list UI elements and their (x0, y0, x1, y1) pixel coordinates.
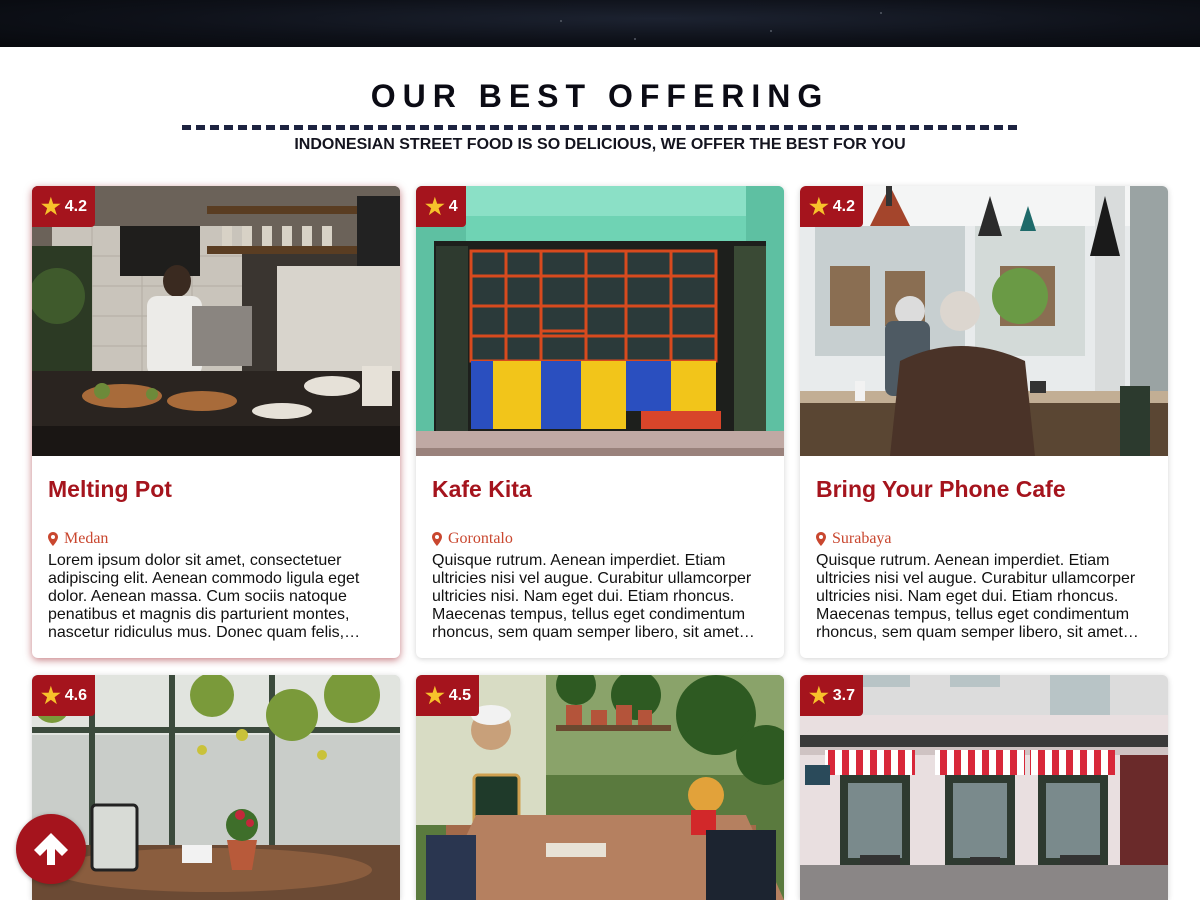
rating-badge: ★ 4.2 (32, 186, 95, 227)
offering-card[interactable]: ★ 4 Kafe Kita Gorontalo Quisque rutrum. A… (416, 186, 784, 658)
rating-badge: ★ 4.2 (800, 186, 863, 227)
cafe-photo (416, 186, 784, 456)
location-name: Gorontalo (448, 530, 513, 547)
rating-badge: ★ 3.7 (800, 675, 863, 716)
offering-card[interactable]: ★ 4.6 (32, 675, 400, 900)
card-title[interactable]: Kafe Kita (432, 476, 532, 503)
offering-card[interactable]: ★ 3.7 (800, 675, 1168, 900)
title-divider (182, 125, 1018, 130)
card-location: Surabaya (816, 530, 892, 548)
card-description: Quisque rutrum. Aenean imperdiet. Etiam … (432, 552, 752, 641)
rating-value: 4.2 (832, 197, 855, 215)
offering-card[interactable]: ★ 4.2 Bring Your Phone Cafe Surabaya Quis… (800, 186, 1168, 658)
star-icon: ★ (41, 193, 61, 219)
map-pin-icon (48, 532, 58, 546)
star-icon: ★ (809, 193, 829, 219)
map-pin-icon (816, 532, 826, 546)
rating-badge: ★ 4 (416, 186, 466, 227)
scroll-to-top-button[interactable] (16, 814, 86, 884)
star-icon: ★ (41, 682, 61, 708)
rating-value: 4.6 (64, 686, 87, 704)
rating-value: 4 (448, 197, 458, 215)
hero-banner-bottom (0, 0, 1200, 47)
location-name: Surabaya (832, 530, 892, 547)
arrow-up-icon (34, 833, 68, 865)
section-title: OUR BEST OFFERING (370, 78, 830, 114)
card-location: Medan (48, 530, 108, 548)
card-description: Lorem ipsum dolor sit amet, consectetuer… (48, 552, 360, 641)
card-location: Gorontalo (432, 530, 513, 548)
rating-value: 4.5 (448, 686, 471, 704)
offering-card[interactable]: ★ 4.5 (416, 675, 784, 900)
rating-value: 3.7 (832, 686, 855, 704)
rating-badge: ★ 4.6 (32, 675, 95, 716)
rating-value: 4.2 (64, 197, 87, 215)
star-icon: ★ (809, 682, 829, 708)
star-icon: ★ (425, 682, 445, 708)
card-title[interactable]: Bring Your Phone Cafe (816, 476, 1066, 503)
card-title[interactable]: Melting Pot (48, 476, 172, 503)
location-name: Medan (64, 530, 109, 547)
card-description: Quisque rutrum. Aenean imperdiet. Etiam … (816, 552, 1136, 641)
offering-card[interactable]: ★ 4.2 Melting Pot Medan Lorem ipsum dolor… (32, 186, 400, 658)
rating-badge: ★ 4.5 (416, 675, 479, 716)
section-subtitle: INDONESIAN STREET FOOD IS SO DELICIOUS, … (294, 136, 906, 153)
star-icon: ★ (425, 193, 445, 219)
map-pin-icon (432, 532, 442, 546)
